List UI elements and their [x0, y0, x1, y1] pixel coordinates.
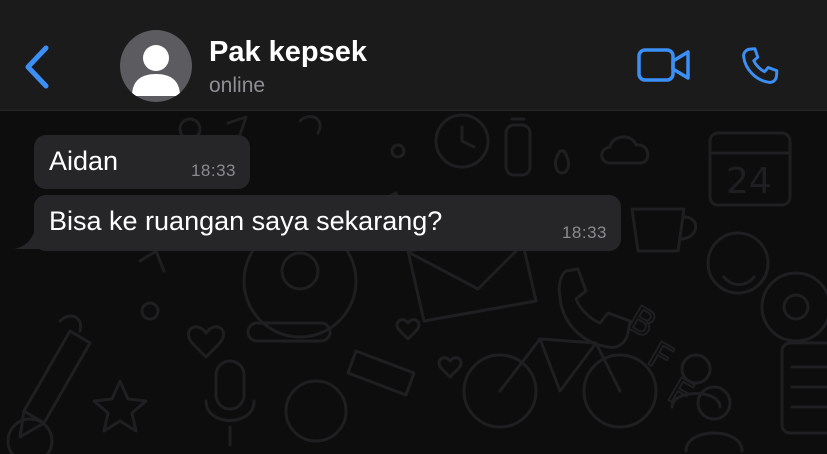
- chat-header: Pak kepsek online: [0, 0, 827, 111]
- message-time: 18:33: [561, 223, 607, 242]
- back-button[interactable]: [18, 42, 58, 92]
- message-text: Bisa ke ruangan saya sekarang?: [49, 206, 443, 236]
- message-bubble[interactable]: Aidan 18:33: [34, 135, 250, 189]
- video-camera-icon: [637, 48, 690, 82]
- svg-text:F: F: [641, 335, 679, 381]
- contact-avatar[interactable]: [120, 30, 192, 102]
- message-text: Aidan: [49, 146, 119, 176]
- video-call-button[interactable]: [636, 46, 692, 84]
- person-silhouette-icon: [132, 45, 180, 96]
- contact-status: online: [209, 74, 266, 97]
- voice-call-button[interactable]: [738, 44, 782, 88]
- chat-screen: Pak kepsek online 24 B F F Aidan 18:33 B…: [0, 0, 827, 454]
- contact-name[interactable]: Pak kepsek: [209, 36, 367, 69]
- chevron-left-icon: [25, 45, 49, 89]
- chat-area[interactable]: 24 B F F Aidan 18:33 Bisa ke ruangan say…: [0, 111, 827, 454]
- phone-icon: [742, 47, 779, 84]
- svg-text:24: 24: [726, 161, 772, 202]
- message-time: 18:33: [190, 161, 236, 180]
- message-bubble[interactable]: Bisa ke ruangan saya sekarang? 18:33: [34, 195, 621, 251]
